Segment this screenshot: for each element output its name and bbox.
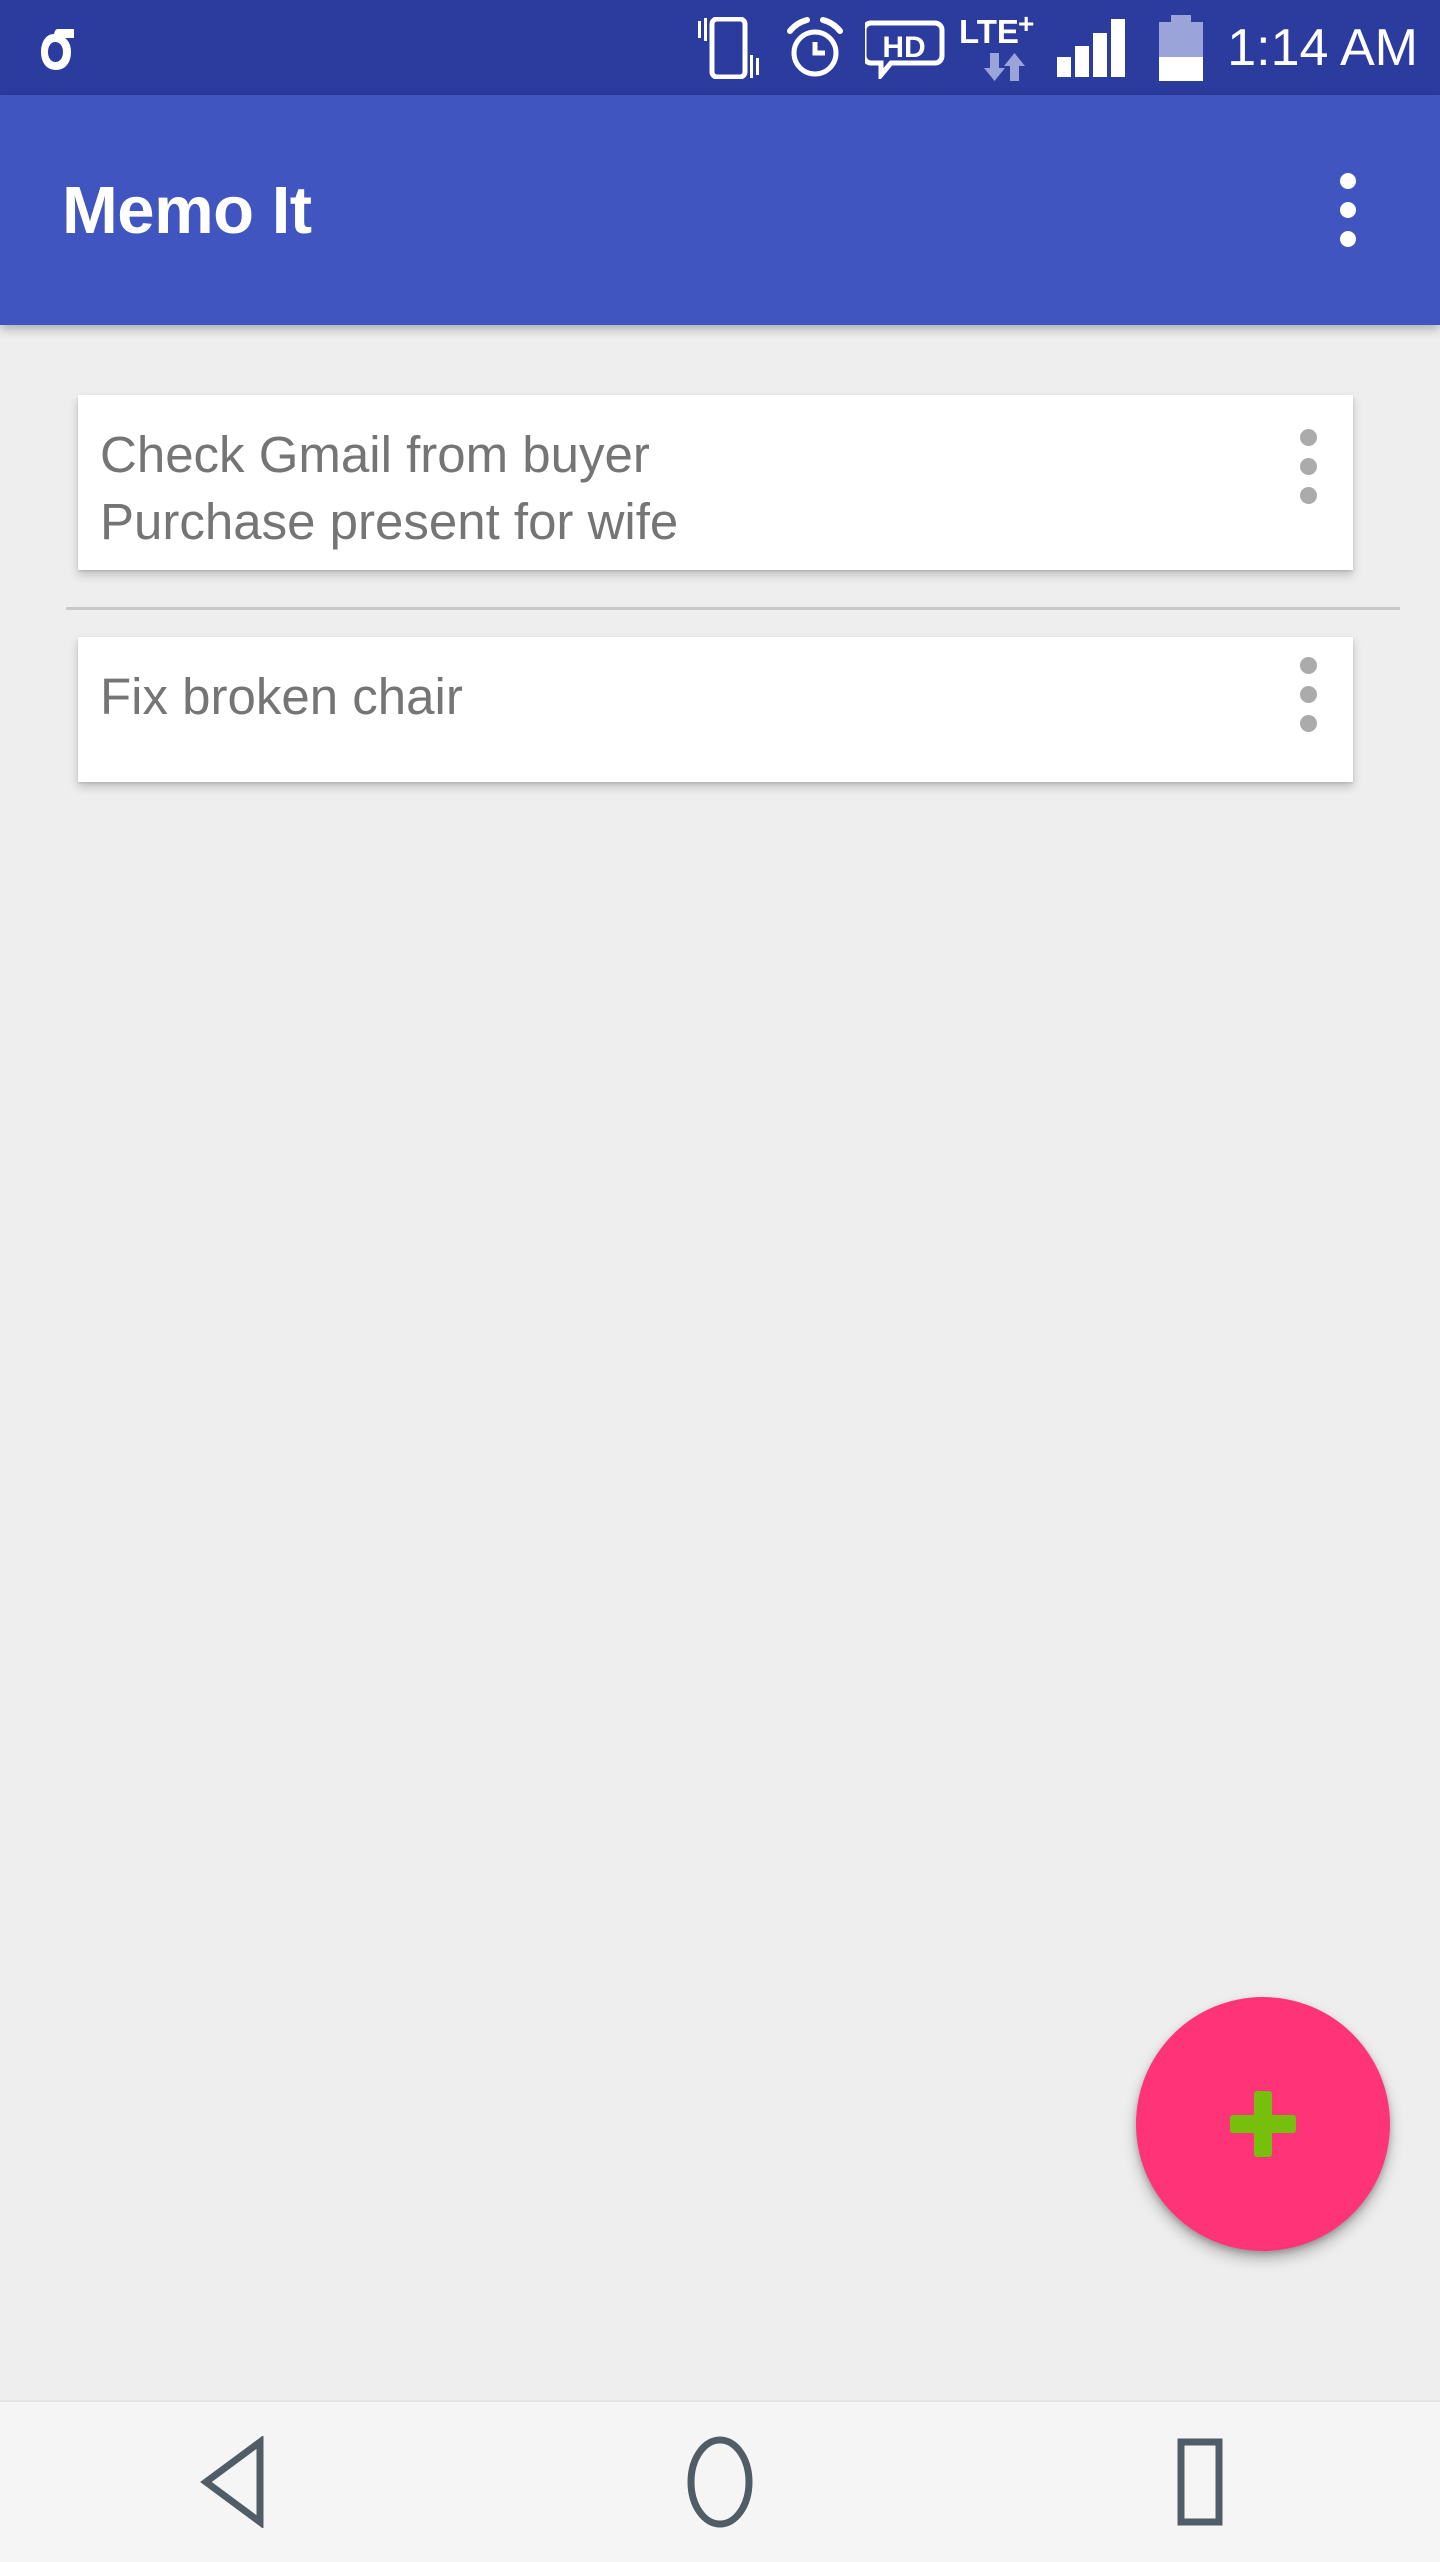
data-transfer-arrows-icon [984, 52, 1026, 81]
nav-recents-button[interactable] [960, 2402, 1440, 2562]
status-clock: 1:14 AM [1227, 18, 1418, 77]
memo-text: Check Gmail from buyer Purchase present … [100, 395, 1263, 581]
vibrate-mode-icon [691, 16, 765, 79]
overflow-menu-icon[interactable] [1300, 155, 1396, 265]
list-item[interactable]: Fix broken chair [78, 637, 1353, 782]
battery-icon [1153, 14, 1209, 81]
signal-bars-icon [1055, 17, 1139, 79]
svg-text:HD: HD [883, 31, 926, 64]
overflow-dot [1340, 173, 1356, 189]
lte-plus-icon: LTE + [953, 13, 1049, 83]
svg-text:+: + [1018, 13, 1034, 39]
hd-voice-icon: HD [865, 17, 945, 79]
overflow-dot [1299, 657, 1317, 674]
plus-icon [1230, 2091, 1296, 2157]
list-item[interactable]: Check Gmail from buyer Purchase present … [78, 395, 1353, 570]
page-title: Memo It [62, 172, 312, 248]
overflow-dot [1299, 487, 1317, 504]
system-navigation-bar [0, 2400, 1440, 2562]
svg-text:LTE: LTE [959, 13, 1019, 50]
nav-home-button[interactable] [480, 2402, 960, 2562]
alarm-clock-icon [775, 16, 855, 79]
carrier-sigma-logo-icon [34, 17, 96, 79]
memo-list: Check Gmail from buyer Purchase present … [0, 325, 1440, 2400]
status-bar[interactable]: HD LTE + 1:14 AM [0, 0, 1440, 95]
overflow-dot [1340, 202, 1356, 218]
memo-line: Fix broken chair [100, 668, 463, 725]
nav-back-button[interactable] [0, 2402, 480, 2562]
memo-text: Fix broken chair [100, 637, 1263, 756]
overflow-dot [1340, 231, 1356, 247]
overflow-dot [1299, 715, 1317, 732]
back-triangle-icon [200, 2436, 264, 2528]
recents-square-icon [1177, 2438, 1223, 2526]
status-bar-icons: HD LTE + 1:14 AM [691, 13, 1418, 83]
overflow-dot [1299, 686, 1317, 703]
overflow-dot [1299, 458, 1317, 475]
home-circle-icon [687, 2436, 753, 2528]
overflow-menu-icon[interactable] [1263, 637, 1353, 782]
list-divider [66, 607, 1400, 610]
app-bar: Memo It [0, 95, 1440, 325]
overflow-dot [1299, 429, 1317, 446]
overflow-menu-icon[interactable] [1263, 395, 1353, 570]
memo-line: Purchase present for wife [100, 493, 679, 550]
add-memo-fab[interactable] [1136, 1997, 1390, 2251]
memo-line: Check Gmail from buyer [100, 426, 650, 483]
